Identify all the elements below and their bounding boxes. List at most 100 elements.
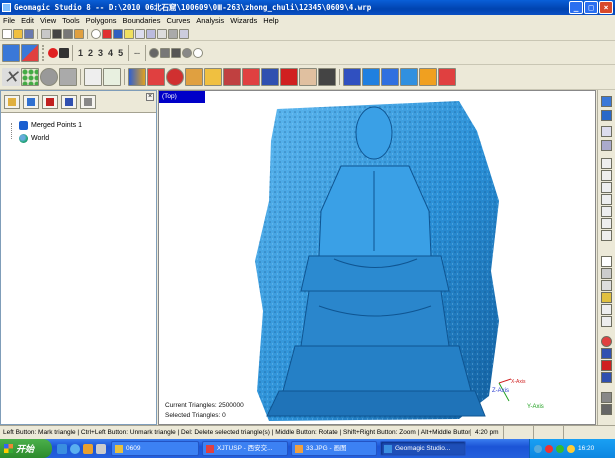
maximize-button[interactable]: □ [584, 1, 598, 14]
tool-b-icon[interactable] [159, 47, 170, 58]
update-icon[interactable] [556, 444, 564, 453]
stop-icon[interactable] [59, 47, 69, 58]
folder-icon[interactable] [83, 443, 93, 454]
lasso-select-icon[interactable] [601, 304, 612, 315]
view-front-icon[interactable] [601, 126, 612, 137]
cube-red-icon[interactable] [147, 68, 165, 86]
cube-view-1-icon[interactable] [601, 158, 612, 169]
minimize-button[interactable]: _ [569, 1, 583, 14]
brush-select-icon[interactable] [601, 292, 612, 303]
menu-help[interactable]: Help [263, 15, 278, 27]
grid-tool-icon[interactable] [84, 68, 102, 86]
layout-tool-icon[interactable] [103, 68, 121, 86]
menu-edit[interactable]: Edit [21, 15, 34, 27]
extrude-icon[interactable] [280, 68, 298, 86]
save-icon[interactable] [24, 28, 34, 39]
paste-icon[interactable] [74, 28, 84, 39]
tab-display[interactable] [23, 94, 39, 109]
clip-icon[interactable] [242, 68, 260, 86]
record-icon[interactable] [48, 47, 58, 58]
measure-icon[interactable] [157, 28, 167, 39]
cube-view-6-icon[interactable] [601, 218, 612, 229]
menu-boundaries[interactable]: Boundaries [123, 15, 161, 27]
spin-icon[interactable] [124, 28, 134, 39]
select-arrow-icon[interactable] [601, 256, 612, 267]
cube-view-5-icon[interactable] [601, 206, 612, 217]
close-button[interactable]: × [599, 1, 613, 14]
clock[interactable]: 16:20 [578, 445, 594, 452]
mesh-icon[interactable] [362, 68, 380, 86]
rect-select-icon[interactable] [601, 268, 612, 279]
zoom-icon[interactable] [135, 28, 145, 39]
window-icon[interactable] [179, 28, 189, 39]
points-icon[interactable] [21, 68, 39, 86]
decimate-icon[interactable] [419, 68, 437, 86]
circle-icon[interactable] [192, 47, 203, 58]
network-icon[interactable] [534, 444, 542, 453]
tree-node-world[interactable]: World [7, 132, 156, 145]
tab-properties[interactable] [61, 94, 77, 109]
task-geomagic[interactable]: Geomagic Studio... [380, 441, 466, 456]
menu-view[interactable]: View [40, 15, 56, 27]
wrap-icon[interactable] [59, 68, 77, 86]
stats-icon[interactable] [128, 68, 146, 86]
smooth-icon[interactable] [381, 68, 399, 86]
menu-analysis[interactable]: Analysis [196, 15, 224, 27]
sphere-red-icon[interactable] [166, 68, 184, 86]
select-through-icon[interactable] [601, 360, 612, 371]
view-5-button[interactable]: 5 [116, 48, 125, 58]
camera-icon[interactable] [601, 404, 612, 415]
custom-select-icon[interactable] [601, 316, 612, 327]
task-browser[interactable]: XJTUSP - 西安交... [202, 441, 288, 456]
tab-table[interactable] [80, 94, 96, 109]
cube-view-2-icon[interactable] [601, 170, 612, 181]
fill-holes-icon[interactable] [204, 68, 222, 86]
task-paint[interactable]: 33.JPG - 画图 [291, 441, 377, 456]
wire-view-icon[interactable] [601, 110, 612, 121]
select-all-icon[interactable] [601, 336, 612, 347]
relax-icon[interactable] [223, 68, 241, 86]
shaded-view-icon[interactable] [601, 96, 612, 107]
desktop-icon[interactable] [57, 443, 67, 454]
point-icon[interactable] [181, 47, 192, 58]
menu-polygons[interactable]: Polygons [86, 15, 117, 27]
tab-dialog[interactable] [42, 94, 58, 109]
boundary-icon[interactable] [185, 68, 203, 86]
layer-icon[interactable] [601, 392, 612, 403]
line-select-icon[interactable] [601, 280, 612, 291]
menu-wizards[interactable]: Wizards [230, 15, 257, 27]
more-views-button[interactable]: ... [132, 49, 142, 56]
zoom-window-icon[interactable] [146, 28, 156, 39]
lasso-icon[interactable] [21, 43, 39, 62]
select-mode-icon[interactable] [2, 43, 20, 62]
import-icon[interactable] [41, 28, 51, 39]
layers-icon[interactable] [343, 68, 361, 86]
start-button[interactable]: 开始 [0, 439, 52, 458]
menu-tools[interactable]: Tools [62, 15, 80, 27]
invert-select-icon[interactable] [601, 372, 612, 383]
cut-icon[interactable] [52, 28, 62, 39]
select-none-icon[interactable] [601, 348, 612, 359]
cube-view-3-icon[interactable] [601, 182, 612, 193]
delete-cross-icon[interactable]: ✕ [2, 68, 20, 86]
view-1-button[interactable]: 1 [76, 48, 85, 58]
tool-a-icon[interactable] [148, 47, 159, 58]
view-4-button[interactable]: 4 [106, 48, 115, 58]
sharpen-icon[interactable] [318, 68, 336, 86]
new-file-icon[interactable] [2, 28, 12, 39]
menu-file[interactable]: File [3, 15, 15, 27]
open-folder-icon[interactable] [13, 28, 23, 39]
fit-view-icon[interactable] [113, 28, 123, 39]
3d-viewport[interactable]: (Top) Z-Axis X-Axis Y-Axis Current Trian… [158, 90, 596, 425]
repair-icon[interactable] [438, 68, 456, 86]
tab-model-manager[interactable] [4, 94, 20, 109]
menu-curves[interactable]: Curves [166, 15, 190, 27]
fill-icon[interactable] [299, 68, 317, 86]
view-2-button[interactable]: 2 [86, 48, 95, 58]
refresh-icon[interactable] [91, 28, 101, 39]
print-icon[interactable] [168, 28, 178, 39]
volume-icon[interactable] [567, 444, 575, 453]
view-3-button[interactable]: 3 [96, 48, 105, 58]
plane-icon[interactable] [261, 68, 279, 86]
wave-icon[interactable] [400, 68, 418, 86]
